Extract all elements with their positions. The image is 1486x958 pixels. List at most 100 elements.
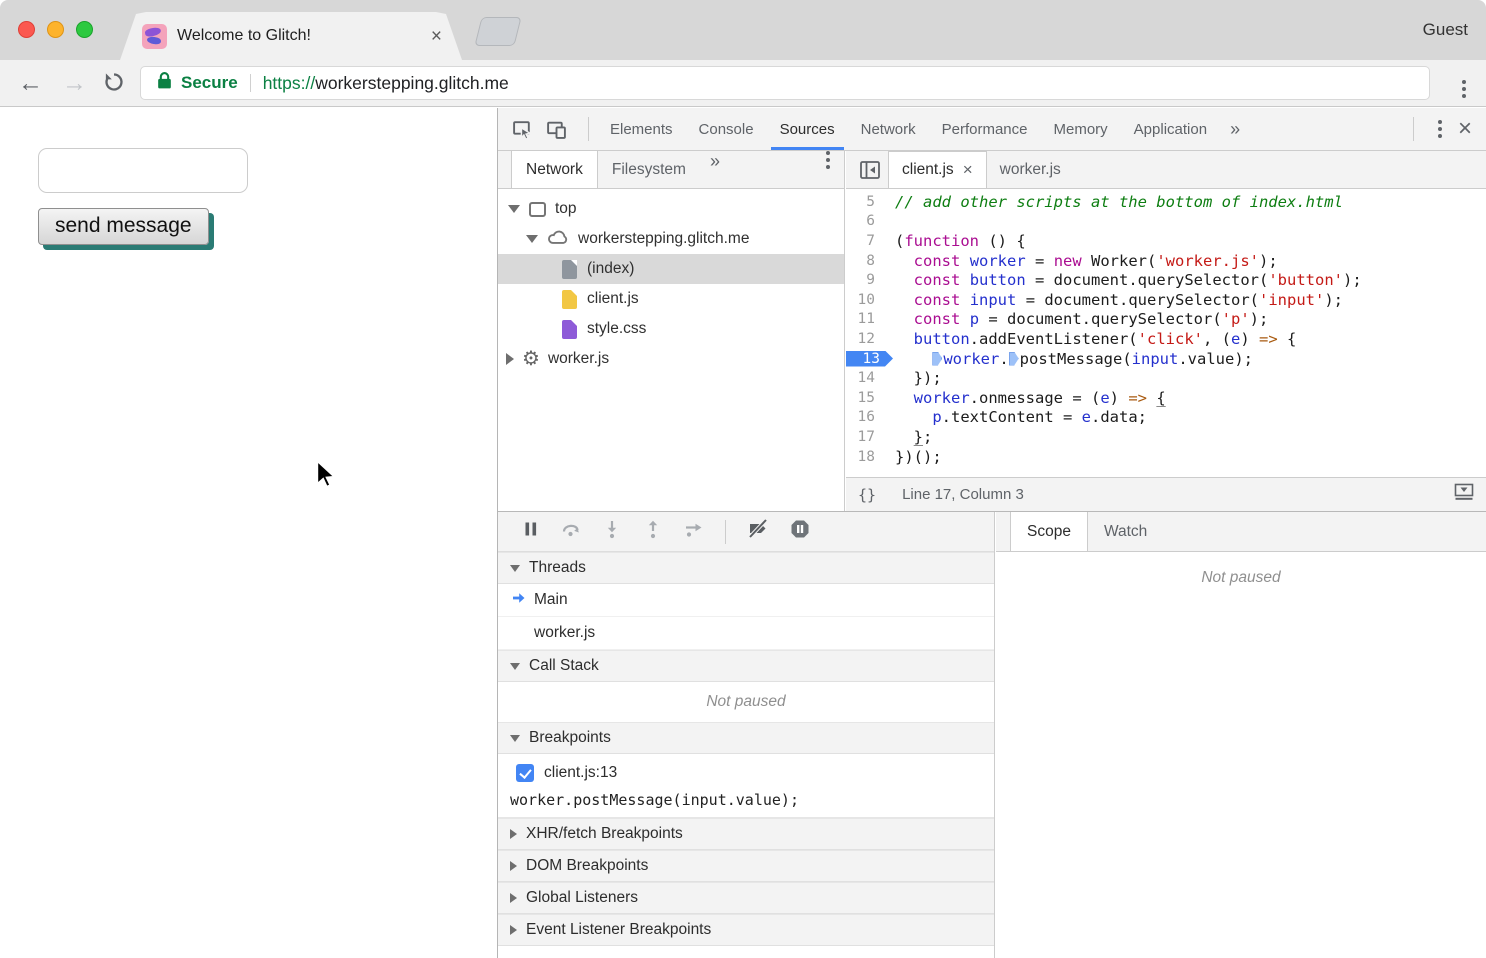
breakpoint-checkbox[interactable] <box>516 764 534 782</box>
pretty-print-icon[interactable]: {} <box>858 486 876 504</box>
deactivate-breakpoints-icon[interactable] <box>747 519 769 544</box>
inline-breakpoint-icon[interactable] <box>932 352 942 366</box>
tree-item-top[interactable]: top <box>498 194 844 224</box>
browser-tab[interactable]: Welcome to Glitch! × <box>120 12 462 60</box>
code-area: 5// add other scripts at the bottom of i… <box>846 189 1486 477</box>
inline-breakpoint-icon[interactable] <box>1009 352 1019 366</box>
code-token: 'input' <box>1259 291 1324 309</box>
navigator-more-tabs-icon[interactable]: » <box>700 151 730 188</box>
breakpoint-line-number[interactable]: 13 <box>846 351 893 367</box>
editor-tab-close-icon[interactable]: × <box>963 160 973 180</box>
tab-application[interactable]: Application <box>1121 108 1220 150</box>
tree-item-origin[interactable]: workerstepping.glitch.me <box>498 224 844 254</box>
pause-on-exceptions-icon[interactable] <box>790 519 810 544</box>
tab-network[interactable]: Network <box>848 108 929 150</box>
address-bar[interactable]: Secure https://workerstepping.glitch.me <box>140 66 1430 100</box>
window-close-button[interactable] <box>18 21 35 38</box>
line-number[interactable]: 9 <box>846 272 884 288</box>
tab-close-icon[interactable]: × <box>431 27 442 46</box>
breakpoint-code[interactable]: worker.postMessage(input.value); <box>498 791 994 809</box>
thread-main[interactable]: Main <box>498 584 994 617</box>
line-number[interactable]: 11 <box>846 311 884 327</box>
breakpoints-section-header[interactable]: Breakpoints <box>498 722 994 754</box>
call-stack-section-header[interactable]: Call Stack <box>498 650 994 682</box>
line-number[interactable]: 5 <box>846 194 884 210</box>
line-number[interactable]: 7 <box>846 233 884 249</box>
step-into-icon[interactable] <box>602 519 622 544</box>
expand-panel-icon[interactable] <box>1454 483 1474 506</box>
thread-worker-js[interactable]: worker.js <box>498 617 994 650</box>
line-number[interactable]: 17 <box>846 429 884 445</box>
code-token: ); <box>1343 271 1362 289</box>
event-listener-breakpoints-section-header[interactable]: Event Listener Breakpoints <box>498 914 994 946</box>
tab-sources[interactable]: Sources <box>767 108 848 150</box>
url-text[interactable]: https://workerstepping.glitch.me <box>263 73 509 94</box>
dom-breakpoints-section-header[interactable]: DOM Breakpoints <box>498 850 994 882</box>
code-token: ); <box>1259 252 1278 270</box>
more-tabs-icon[interactable]: » <box>1220 119 1250 140</box>
line-number[interactable]: 16 <box>846 409 884 425</box>
scope-watch-pane: Scope Watch Not paused <box>996 512 1486 958</box>
pause-script-icon[interactable] <box>522 520 540 543</box>
message-input[interactable] <box>38 148 248 193</box>
code-token: . <box>999 350 1008 368</box>
back-icon[interactable]: ← <box>18 69 43 97</box>
navigator-menu-icon[interactable] <box>826 151 844 188</box>
tab-performance[interactable]: Performance <box>929 108 1041 150</box>
collapse-navigator-icon[interactable] <box>852 151 888 188</box>
tree-item-client-js[interactable]: client.js <box>498 284 844 314</box>
code-text: (function () { <box>895 232 1026 250</box>
code-token <box>895 271 914 289</box>
tab-elements[interactable]: Elements <box>597 108 686 150</box>
navigator-tab-network[interactable]: Network <box>511 151 598 188</box>
navigator-tab-filesystem[interactable]: Filesystem <box>598 151 700 188</box>
breakpoint-location[interactable]: client.js:13 <box>544 764 617 782</box>
device-toolbar-icon[interactable] <box>546 119 567 140</box>
line-number[interactable]: 14 <box>846 370 884 386</box>
line-number[interactable]: 18 <box>846 449 884 465</box>
step-out-icon[interactable] <box>643 519 663 544</box>
tab-scope[interactable]: Scope <box>1010 512 1088 551</box>
chevron-down-icon[interactable] <box>526 235 538 243</box>
line-number[interactable]: 10 <box>846 292 884 308</box>
send-message-button[interactable]: send message <box>38 208 209 245</box>
inspect-element-icon[interactable] <box>512 119 533 140</box>
step-over-icon[interactable] <box>561 519 581 544</box>
tree-item-worker-js[interactable]: ⚙ worker.js <box>498 344 844 374</box>
code-text: p.textContent = e.data; <box>895 408 1147 426</box>
step-icon[interactable] <box>684 519 704 544</box>
editor-tab-client-js[interactable]: client.js × <box>888 151 987 188</box>
xhr-breakpoints-section-header[interactable]: XHR/fetch Breakpoints <box>498 818 994 850</box>
chevron-down-icon[interactable] <box>508 205 520 213</box>
window-zoom-button[interactable] <box>76 21 93 38</box>
code-token <box>960 291 969 309</box>
code-token: ) <box>1240 330 1259 348</box>
tab-memory[interactable]: Memory <box>1041 108 1121 150</box>
reload-icon[interactable] <box>103 71 125 98</box>
devtools-close-icon[interactable]: × <box>1458 117 1472 141</box>
line-number[interactable]: 8 <box>846 253 884 269</box>
new-tab-button[interactable] <box>474 17 521 46</box>
code-text: const worker = new Worker('worker.js'); <box>895 252 1278 270</box>
global-listeners-section-header[interactable]: Global Listeners <box>498 882 994 914</box>
tree-item-style-css[interactable]: style.css <box>498 314 844 344</box>
code-token: ); <box>1250 310 1269 328</box>
guest-profile-label[interactable]: Guest <box>1423 20 1468 40</box>
chevron-right-icon[interactable] <box>506 353 514 365</box>
secure-label[interactable]: Secure <box>181 73 238 93</box>
tab-watch[interactable]: Watch <box>1088 512 1163 551</box>
window-minimize-button[interactable] <box>47 21 64 38</box>
tab-console[interactable]: Console <box>686 108 767 150</box>
tree-item-index[interactable]: (index) <box>498 254 844 284</box>
editor-tab-worker-js[interactable]: worker.js <box>987 151 1074 188</box>
threads-section-header[interactable]: Threads <box>498 552 994 584</box>
devtools-menu-icon[interactable] <box>1438 120 1442 138</box>
breakpoint-entry[interactable]: client.js:13 worker.postMessage(input.va… <box>498 754 994 818</box>
active-thread-arrow-icon <box>512 591 526 610</box>
lock-icon[interactable] <box>157 71 172 95</box>
code-token: , ( <box>1203 330 1231 348</box>
line-number[interactable]: 15 <box>846 390 884 406</box>
line-number[interactable]: 12 <box>846 331 884 347</box>
browser-menu-icon[interactable] <box>1462 80 1466 98</box>
line-number[interactable]: 6 <box>846 213 884 229</box>
